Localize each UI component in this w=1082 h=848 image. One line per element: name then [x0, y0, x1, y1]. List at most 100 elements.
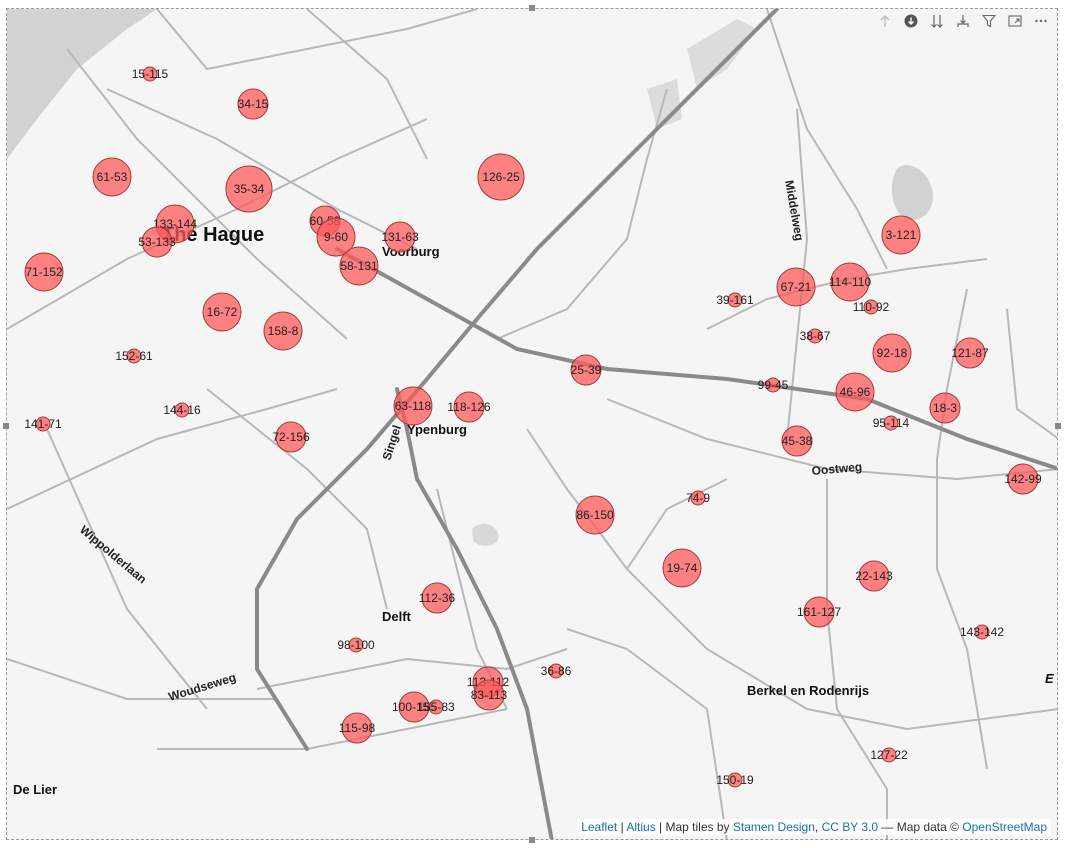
map-marker-label: 36-86 — [541, 664, 572, 678]
expand-all-icon[interactable] — [927, 11, 947, 31]
map-marker[interactable]: 143-142 — [960, 624, 1004, 640]
map-marker-label: 38-67 — [800, 329, 831, 343]
map-marker[interactable]: 38-67 — [800, 328, 831, 344]
map-marker[interactable]: 3-121 — [881, 215, 921, 255]
map-marker[interactable]: 126-25 — [477, 153, 525, 201]
map-marker-label: 126-25 — [482, 170, 520, 184]
map-marker-label: 143-142 — [960, 625, 1004, 639]
map-marker-label: 115-98 — [339, 721, 376, 735]
map-marker-label: 112-36 — [419, 591, 456, 605]
map-marker[interactable]: 25-39 — [570, 354, 602, 386]
map-marker-label: 22-143 — [855, 569, 893, 583]
map-marker[interactable]: 95-114 — [873, 415, 910, 431]
map-marker-label: 141-71 — [24, 417, 62, 431]
map-marker-label: 72-156 — [272, 430, 310, 444]
map-marker[interactable]: 67-21 — [776, 267, 816, 307]
map-marker[interactable]: 46-96 — [835, 372, 875, 412]
map-marker-label: 16-72 — [207, 305, 238, 319]
map-marker-label: 161-127 — [797, 605, 841, 619]
altius-link[interactable]: Altius — [626, 820, 655, 834]
map-marker[interactable]: 92-18 — [872, 333, 912, 373]
attribution-mapdata-text: — Map data © — [878, 820, 963, 834]
filter-icon[interactable] — [979, 11, 999, 31]
map-marker[interactable]: 144-16 — [163, 402, 201, 418]
resize-handle-left[interactable] — [3, 423, 9, 429]
map-marker-label: 45-38 — [782, 434, 813, 448]
license-link[interactable]: CC BY 3.0 — [822, 820, 878, 834]
map-marker[interactable]: 158-8 — [263, 311, 303, 351]
map-marker[interactable]: 74-9 — [686, 490, 710, 506]
map-marker[interactable]: 98-100 — [337, 637, 375, 653]
map-marker-label: 3-121 — [886, 228, 917, 242]
leaflet-link[interactable]: Leaflet — [581, 820, 617, 834]
attribution-tiles-text: | Map tiles by — [655, 820, 733, 834]
place-label-berkel-en-rodenrijs: Berkel en Rodenrijs — [747, 683, 869, 698]
map-marker-label: 35-34 — [234, 182, 265, 196]
map-marker[interactable]: 15-115 — [132, 66, 169, 82]
map-marker[interactable]: 141-71 — [24, 416, 62, 432]
map-marker[interactable]: 71-152 — [24, 252, 64, 292]
more-options-icon[interactable] — [1031, 11, 1051, 31]
resize-handle-top[interactable] — [529, 5, 535, 11]
map-visual[interactable]: The Hague Voorburg Ypenburg Delft Berkel… — [6, 8, 1058, 840]
map-marker-label: 98-100 — [337, 638, 375, 652]
map-marker[interactable]: 63-118 — [393, 386, 433, 426]
map-canvas[interactable]: The Hague Voorburg Ypenburg Delft Berkel… — [7, 9, 1058, 840]
map-marker[interactable]: 150-19 — [716, 772, 754, 788]
visual-header-toolbar — [875, 11, 1051, 31]
map-attribution: Leaflet | Altius | Map tiles by Stamen D… — [577, 819, 1051, 835]
map-marker-label: 118-126 — [447, 400, 490, 414]
expand-next-icon[interactable] — [953, 11, 973, 31]
stamen-link[interactable]: Stamen Design — [733, 820, 815, 834]
map-marker-label: 71-152 — [25, 265, 63, 279]
map-marker[interactable]: 34-15 — [237, 88, 269, 120]
map-marker[interactable]: 58-131 — [339, 246, 379, 286]
map-marker-label: 9-60 — [324, 230, 348, 244]
map-marker[interactable]: 36-86 — [541, 663, 572, 679]
map-marker-label: 150-19 — [716, 773, 754, 787]
map-marker[interactable]: 152-61 — [115, 348, 153, 364]
map-marker-label: 34-15 — [238, 97, 269, 111]
map-marker-label: 61-53 — [97, 170, 128, 184]
map-marker-label: 15-115 — [132, 67, 169, 81]
map-marker-label: 99-45 — [758, 378, 789, 392]
map-marker-label: 53-133 — [138, 235, 176, 249]
map-marker[interactable]: 39-161 — [716, 292, 754, 308]
map-marker[interactable]: 18-3 — [929, 392, 961, 424]
map-marker-label: 83-113 — [471, 688, 508, 702]
resize-handle-right[interactable] — [1055, 423, 1061, 429]
map-marker-label: 92-18 — [877, 346, 908, 360]
map-marker-label: 127-22 — [870, 748, 908, 762]
map-marker-label: 18-3 — [933, 401, 957, 415]
drill-down-icon[interactable] — [901, 11, 921, 31]
map-marker-label: 158-8 — [268, 324, 299, 338]
map-marker[interactable]: 19-74 — [662, 548, 702, 588]
osm-link[interactable]: OpenStreetMap — [962, 820, 1047, 834]
map-marker[interactable]: 45-38 — [781, 425, 813, 457]
map-marker[interactable]: 155-83 — [417, 699, 455, 715]
map-marker-label: 95-114 — [873, 416, 910, 430]
map-marker[interactable]: 16-72 — [202, 292, 242, 332]
resize-handle-bottom[interactable] — [529, 837, 535, 843]
drill-up-icon[interactable] — [875, 11, 895, 31]
map-marker-label: 152-61 — [115, 349, 153, 363]
map-marker-label: 25-39 — [571, 363, 602, 377]
map-marker[interactable]: 110-92 — [853, 299, 890, 315]
map-marker-label: 155-83 — [417, 700, 455, 714]
place-label-delft: Delft — [382, 609, 412, 624]
map-marker-label: 131-63 — [381, 230, 419, 244]
map-marker-label: 142-99 — [1004, 472, 1042, 486]
map-marker-label: 144-16 — [163, 403, 201, 417]
map-marker[interactable]: 86-150 — [575, 495, 615, 535]
map-marker-label: 39-161 — [716, 293, 754, 307]
map-marker-label: 110-92 — [853, 300, 890, 314]
place-label-edge: E — [1045, 671, 1054, 686]
map-marker[interactable]: 99-45 — [758, 377, 789, 393]
map-marker-label: 114-110 — [829, 275, 872, 289]
map-marker[interactable]: 127-22 — [870, 747, 908, 763]
map-marker[interactable]: 35-34 — [225, 165, 273, 213]
attribution-separator: | — [617, 820, 627, 834]
map-marker[interactable]: 61-53 — [92, 157, 132, 197]
map-marker-label: 46-96 — [840, 385, 871, 399]
focus-mode-icon[interactable] — [1005, 11, 1025, 31]
